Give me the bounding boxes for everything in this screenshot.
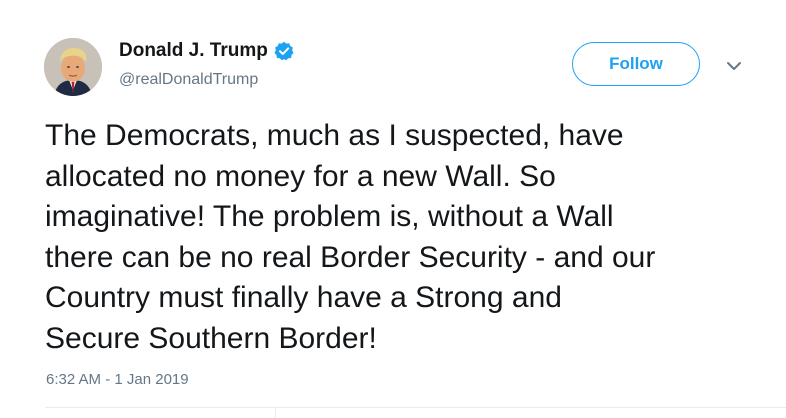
tweet-card: Donald J. Trump @realDonaldTrump Follow … [0, 0, 786, 418]
avatar[interactable] [44, 38, 102, 96]
divider [45, 407, 786, 408]
verified-badge-icon [274, 41, 294, 61]
author-name-row: Donald J. Trump [119, 39, 294, 63]
user-handle[interactable]: @realDonaldTrump [119, 70, 258, 90]
profile-photo-icon [44, 38, 102, 96]
display-name[interactable]: Donald J. Trump [119, 39, 268, 63]
tweet-timestamp[interactable]: 6:32 AM - 1 Jan 2019 [46, 371, 189, 388]
follow-button[interactable]: Follow [572, 42, 700, 86]
chevron-down-icon[interactable] [724, 58, 744, 74]
tweet-text: The Democrats, much as I suspected, have… [45, 119, 656, 355]
divider-tick [275, 407, 276, 418]
